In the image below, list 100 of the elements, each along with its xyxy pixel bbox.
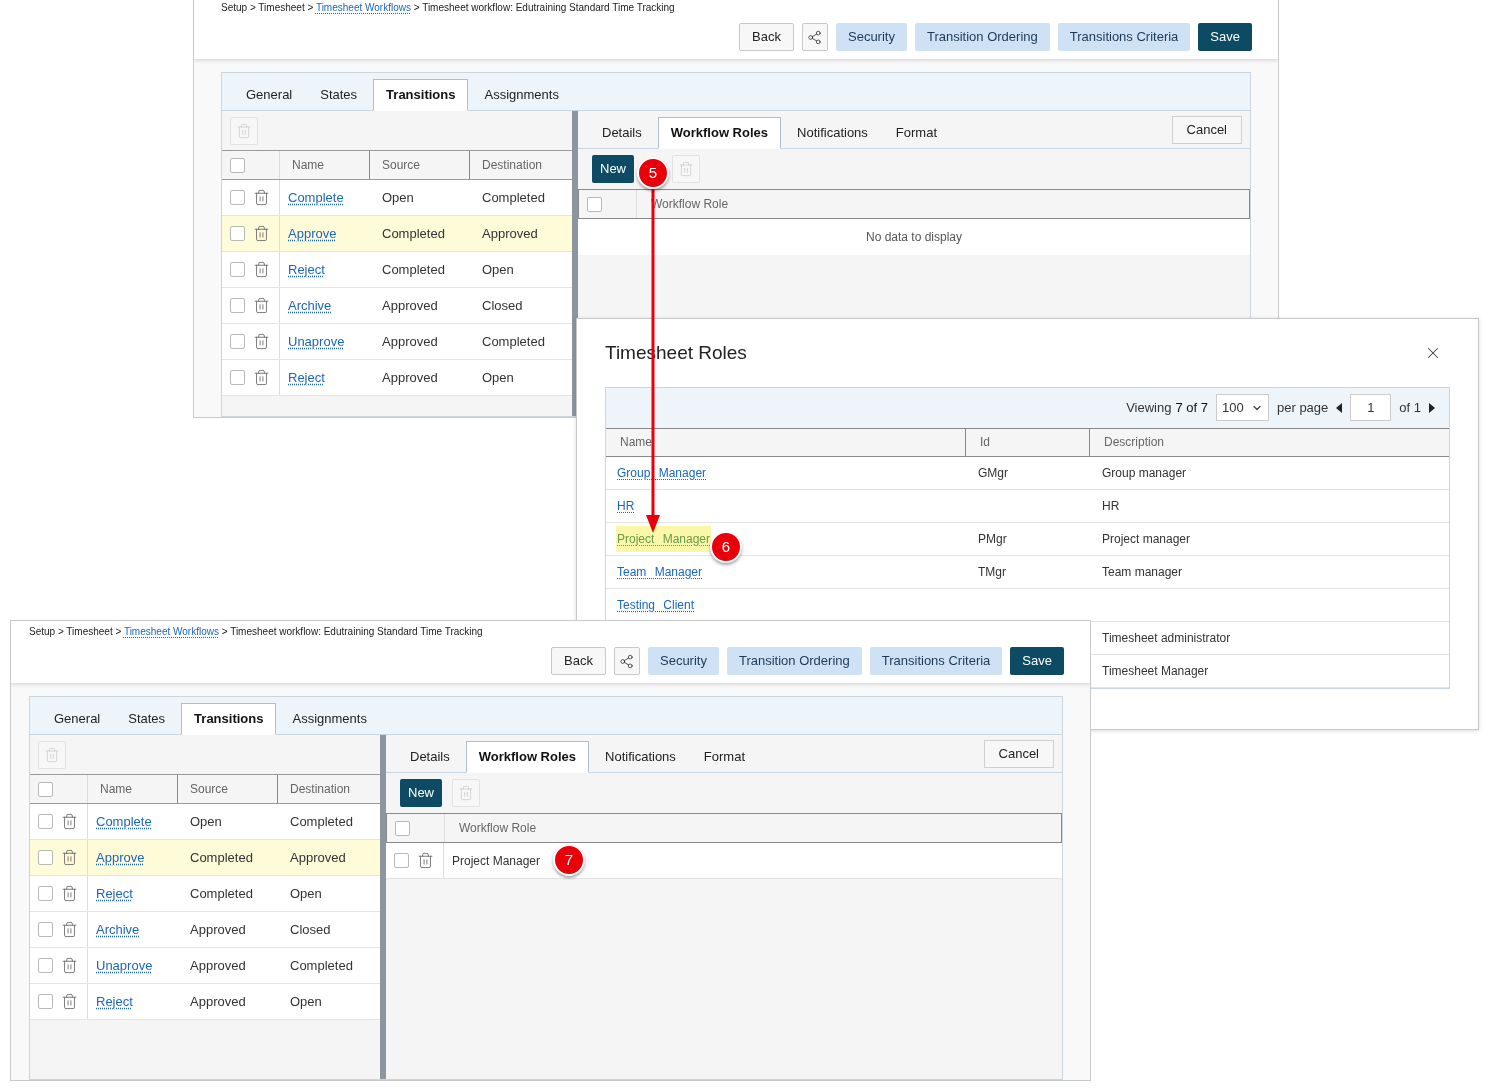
transition-link[interactable]: Reject xyxy=(96,885,133,901)
role-link[interactable]: Group Manager xyxy=(616,459,708,486)
trash-icon[interactable] xyxy=(253,333,270,350)
trash-icon[interactable] xyxy=(61,885,78,902)
cancel-button[interactable]: Cancel xyxy=(1171,115,1242,144)
checkbox[interactable] xyxy=(395,820,410,836)
cancel-button[interactable]: Cancel xyxy=(983,739,1054,768)
role-link[interactable]: HR xyxy=(616,492,636,519)
tab[interactable]: States xyxy=(116,703,178,735)
table-row[interactable]: Archive Approved Closed xyxy=(30,912,380,948)
toolbar-button[interactable]: Transition Ordering xyxy=(726,647,862,675)
tab[interactable]: Notifications xyxy=(593,741,688,773)
trash-icon[interactable] xyxy=(61,921,78,938)
toolbar-button[interactable]: Back xyxy=(739,23,794,51)
new-button[interactable]: New xyxy=(592,155,634,183)
checkbox[interactable] xyxy=(38,958,53,973)
delete-button[interactable] xyxy=(38,740,66,769)
new-button[interactable]: New xyxy=(400,779,442,807)
transition-link[interactable]: Archive xyxy=(288,297,332,313)
transition-link[interactable]: Approve xyxy=(288,225,337,241)
tab[interactable]: States xyxy=(308,79,370,111)
share-button[interactable] xyxy=(614,647,640,675)
tab[interactable]: Transitions xyxy=(373,79,469,111)
trash-icon[interactable] xyxy=(61,957,78,974)
table-row[interactable]: Reject Completed Open xyxy=(30,876,380,912)
tab[interactable]: Format xyxy=(883,117,949,149)
toolbar-button[interactable]: Back xyxy=(551,647,606,675)
checkbox[interactable] xyxy=(38,922,53,937)
trash-icon[interactable] xyxy=(61,813,78,830)
checkbox[interactable] xyxy=(230,298,245,313)
checkbox[interactable] xyxy=(230,334,245,349)
tab[interactable]: Notifications xyxy=(785,117,880,149)
save-button[interactable]: Save xyxy=(1198,23,1252,51)
checkbox[interactable] xyxy=(38,814,53,829)
next-page-icon[interactable] xyxy=(1429,402,1435,413)
checkbox[interactable] xyxy=(38,886,53,901)
tab[interactable]: Details xyxy=(590,117,654,149)
trash-icon[interactable] xyxy=(61,993,78,1010)
checkbox[interactable] xyxy=(38,994,53,1009)
transition-link[interactable]: Reject xyxy=(96,993,133,1009)
tab[interactable]: Workflow Roles xyxy=(657,117,782,149)
transition-link[interactable]: Reject xyxy=(288,261,325,277)
previous-page-icon[interactable] xyxy=(1336,402,1343,413)
checkbox[interactable] xyxy=(394,853,409,868)
toolbar-button[interactable]: Transitions Criteria xyxy=(1057,23,1191,51)
save-button[interactable]: Save xyxy=(1010,647,1064,675)
delete-button[interactable] xyxy=(230,116,258,145)
tab[interactable]: Assignments xyxy=(280,703,379,735)
checkbox[interactable] xyxy=(230,226,245,241)
tab[interactable]: Workflow Roles xyxy=(465,741,590,773)
checkbox[interactable] xyxy=(230,157,245,173)
tab[interactable]: Transitions xyxy=(181,703,277,735)
table-row[interactable]: Approve Completed Approved xyxy=(30,840,380,876)
toolbar-button[interactable]: Transition Ordering xyxy=(914,23,1050,51)
table-row[interactable]: Reject Completed Open xyxy=(222,252,572,288)
toolbar-button[interactable]: Security xyxy=(648,647,719,675)
toolbar-button[interactable]: Transitions Criteria xyxy=(869,647,1003,675)
role-link[interactable]: Team Manager xyxy=(616,558,704,585)
transition-link[interactable]: Complete xyxy=(288,189,344,205)
trash-icon[interactable] xyxy=(253,189,270,206)
page-field[interactable]: 1 xyxy=(1350,394,1392,421)
checkbox[interactable] xyxy=(587,196,602,212)
breadcrumb-link[interactable]: Timesheet Workflows xyxy=(123,626,219,637)
toolbar-button[interactable]: Security xyxy=(836,23,907,51)
tab[interactable]: Format xyxy=(691,741,757,773)
transition-link[interactable]: Complete xyxy=(96,813,152,829)
tab[interactable]: Details xyxy=(398,741,462,773)
checkbox[interactable] xyxy=(230,190,245,205)
transition-link[interactable]: Reject xyxy=(288,369,325,385)
transition-link[interactable]: Approve xyxy=(96,849,145,865)
table-row[interactable]: Complete Open Completed xyxy=(30,804,380,840)
tab[interactable]: Assignments xyxy=(472,79,571,111)
checkbox[interactable] xyxy=(38,850,53,865)
trash-icon[interactable] xyxy=(417,852,434,869)
checkbox[interactable] xyxy=(230,262,245,277)
table-row[interactable]: Reject Approved Open xyxy=(222,360,572,396)
table-row[interactable]: Reject Approved Open xyxy=(30,984,380,1020)
trash-icon[interactable] xyxy=(61,849,78,866)
table-row[interactable]: Complete Open Completed xyxy=(222,180,572,216)
trash-icon[interactable] xyxy=(253,261,270,278)
role-link[interactable]: Testing Client xyxy=(616,591,696,618)
table-row[interactable]: Unaprove Approved Completed xyxy=(30,948,380,984)
delete-button[interactable] xyxy=(452,779,480,807)
delete-button[interactable] xyxy=(672,155,700,183)
table-row[interactable]: Unaprove Approved Completed xyxy=(222,324,572,360)
tab[interactable]: General xyxy=(234,79,305,111)
transition-link[interactable]: Unaprove xyxy=(288,333,345,349)
tab[interactable]: General xyxy=(42,703,113,735)
transition-link[interactable]: Archive xyxy=(96,921,140,937)
trash-icon[interactable] xyxy=(253,369,270,386)
per-page-select[interactable]: 100 xyxy=(1216,394,1269,421)
checkbox[interactable] xyxy=(230,370,245,385)
trash-icon[interactable] xyxy=(253,297,270,314)
transition-link[interactable]: Unaprove xyxy=(96,957,153,973)
share-button[interactable] xyxy=(802,23,828,51)
breadcrumb-link[interactable]: Timesheet Workflows xyxy=(315,2,411,13)
trash-icon[interactable] xyxy=(253,225,270,242)
table-row[interactable]: Archive Approved Closed xyxy=(222,288,572,324)
checkbox[interactable] xyxy=(38,781,53,797)
table-row[interactable]: Approve Completed Approved xyxy=(222,216,572,252)
